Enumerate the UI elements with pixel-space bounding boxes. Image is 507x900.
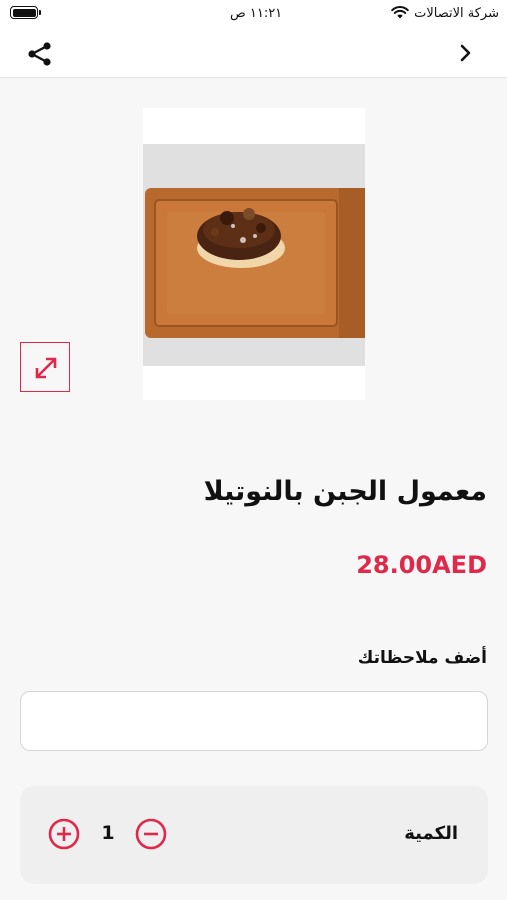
product-photo	[143, 144, 365, 366]
expand-icon	[35, 357, 57, 379]
carrier-name: شركة الاتصالات	[414, 6, 499, 21]
nav-bar	[0, 28, 507, 78]
plus-circle-icon[interactable]	[48, 818, 80, 850]
product-image	[143, 108, 365, 400]
product-title: معمول الجبن بالنوتيلا	[203, 476, 487, 507]
quantity-label: الكمية	[404, 823, 458, 844]
status-bar: ١١:٢١ ص شركة الاتصالات	[0, 0, 507, 28]
share-icon[interactable]	[26, 40, 54, 68]
battery-icon	[10, 6, 41, 19]
wifi-icon	[391, 6, 409, 19]
quantity-value: 1	[101, 822, 115, 844]
notes-label: أضف ملاحظاتك	[357, 648, 487, 668]
quantity-card: 1 الكمية	[20, 786, 488, 884]
notes-input[interactable]	[20, 691, 488, 751]
minus-circle-icon[interactable]	[135, 818, 167, 850]
expand-button[interactable]	[20, 342, 70, 392]
product-price: 28.00AED	[356, 551, 487, 579]
chevron-right-icon[interactable]	[459, 43, 473, 63]
status-time: ١١:٢١ ص	[230, 6, 283, 21]
